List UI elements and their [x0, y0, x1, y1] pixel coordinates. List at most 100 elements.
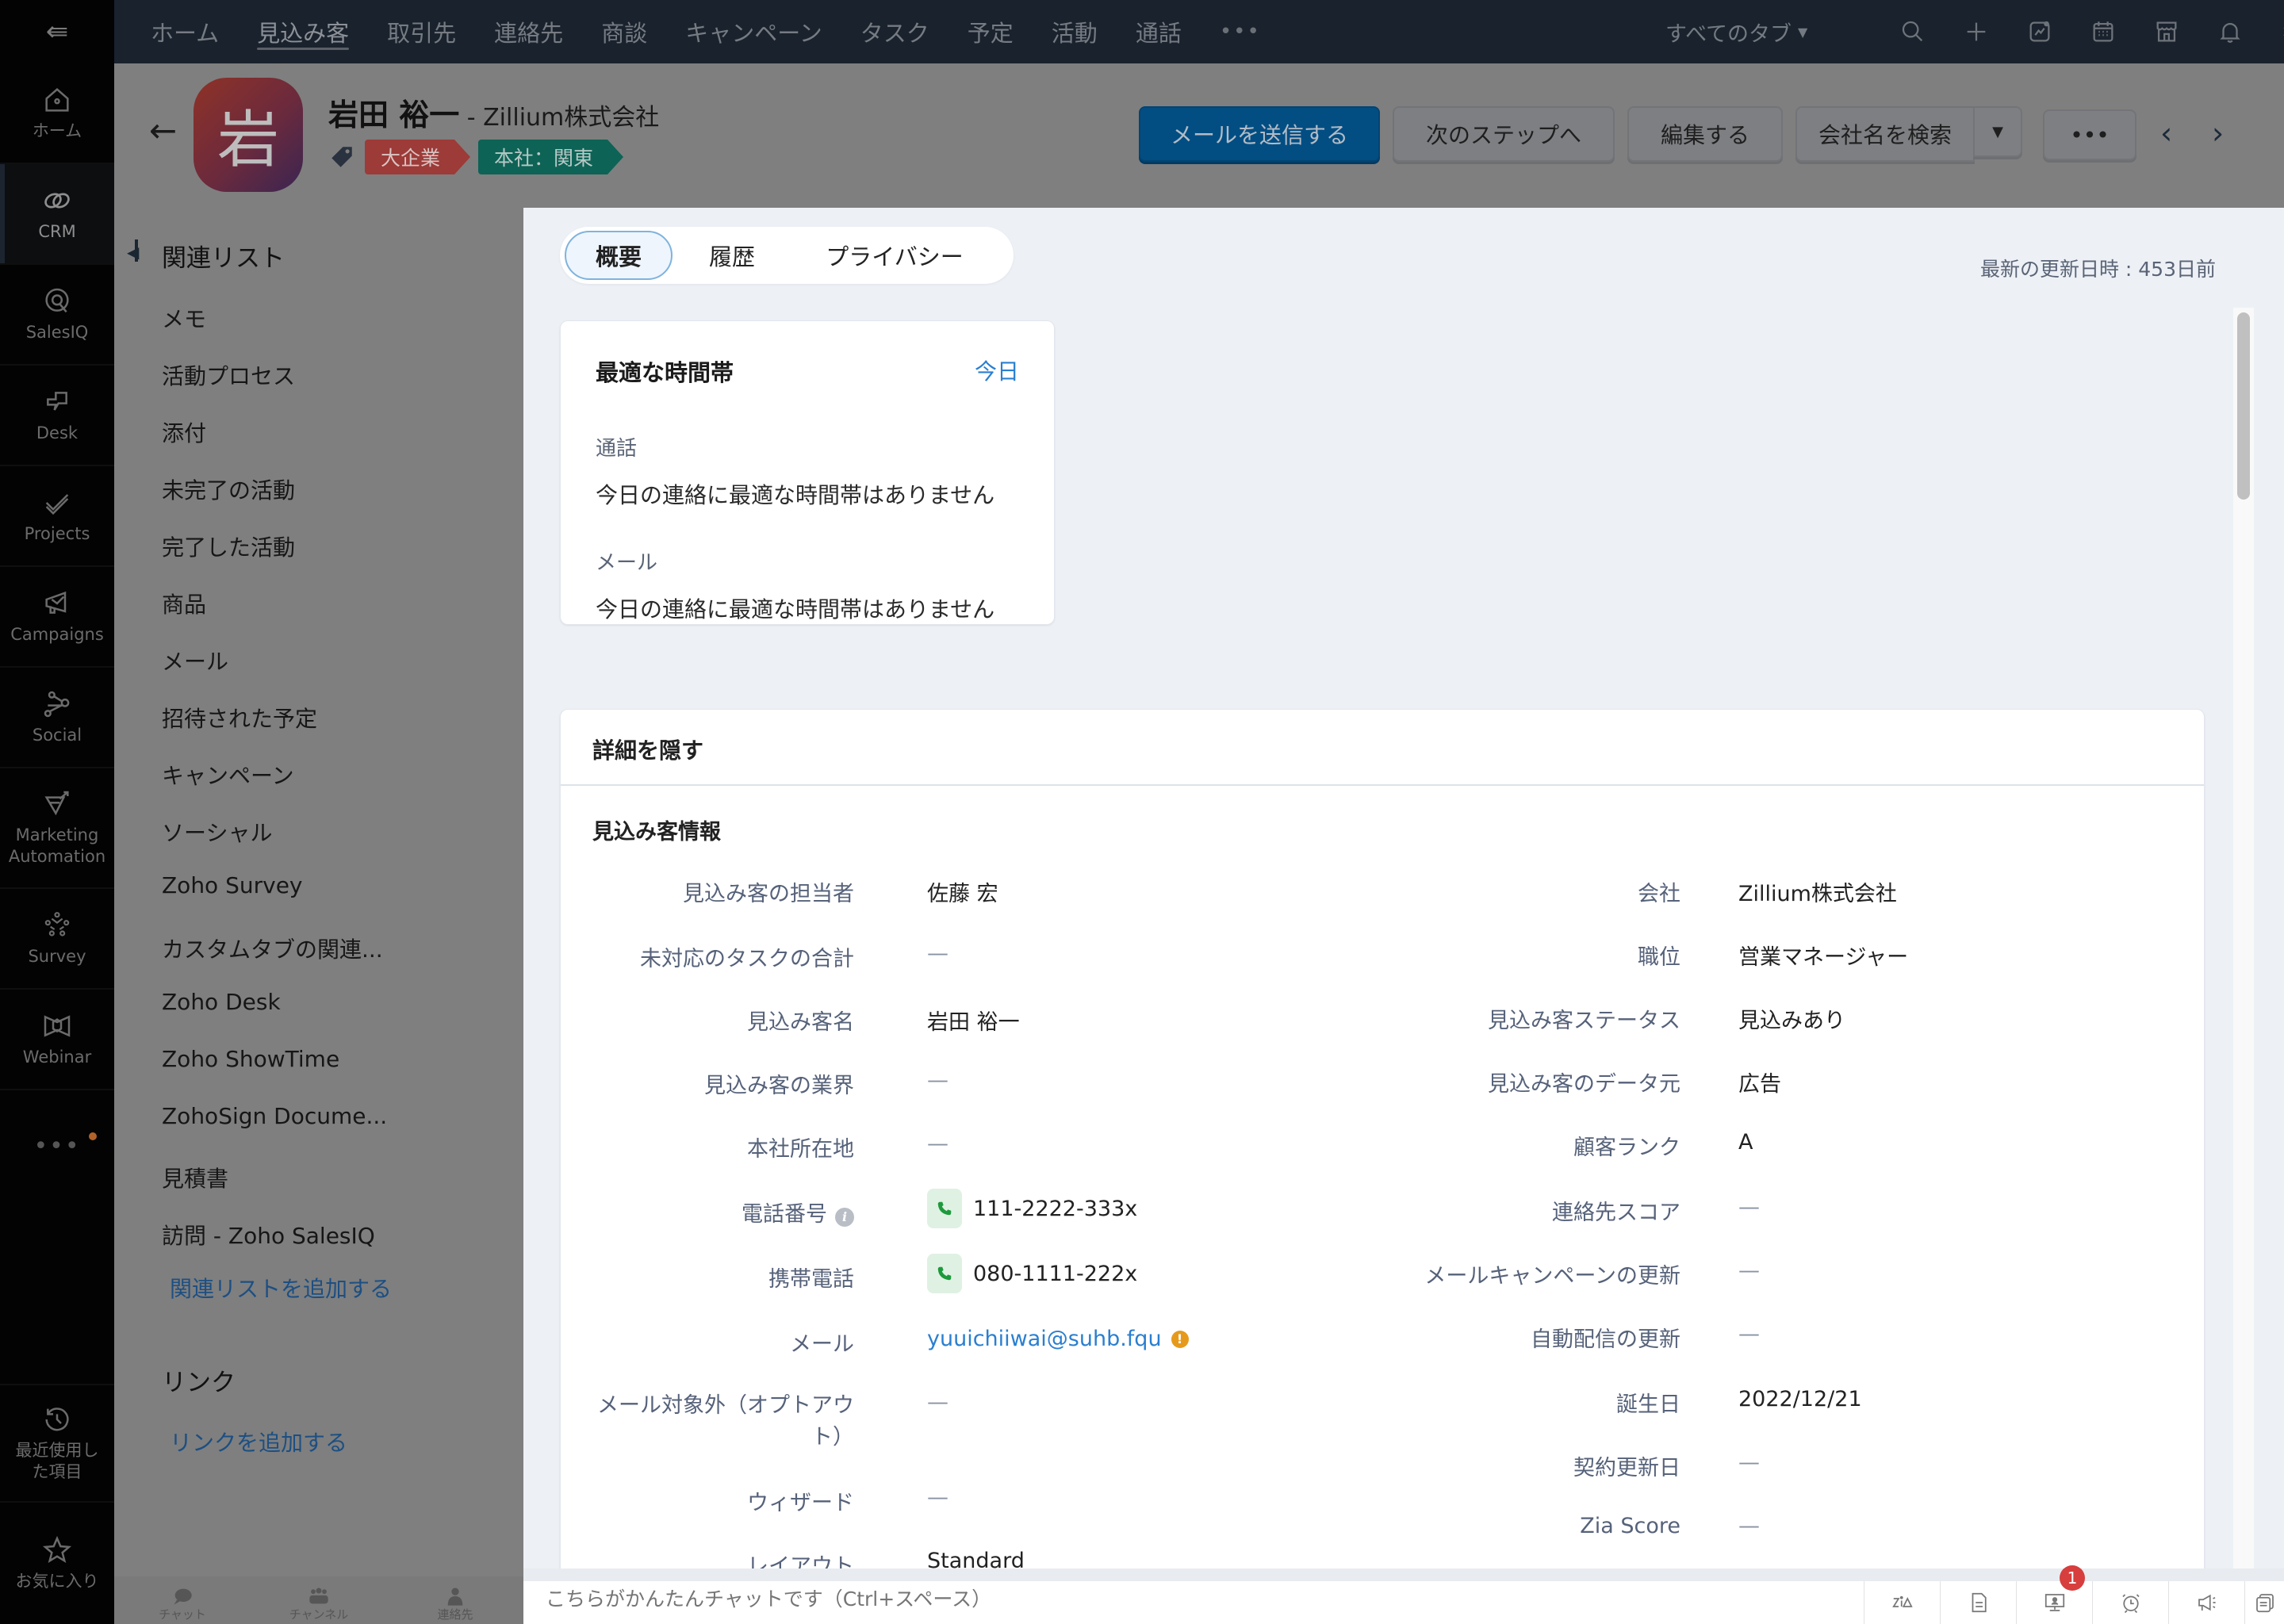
rail-item-desk[interactable]: Desk	[0, 366, 114, 466]
add-related-list-link[interactable]: 関連リストを追加する	[170, 1272, 392, 1304]
previous-record-icon[interactable]: ‹	[2160, 116, 2172, 151]
chat-shortcut[interactable]: チャット	[114, 1576, 251, 1624]
tag-icon[interactable]	[328, 144, 355, 170]
related-list-item[interactable]: キャンペーン	[162, 759, 294, 791]
tab-overview[interactable]: 概要	[565, 231, 673, 280]
plus-icon[interactable]	[1945, 0, 2008, 63]
today-filter-link[interactable]: 今日	[975, 354, 1019, 386]
rail-item-crm[interactable]: CRM	[0, 164, 114, 265]
add-link-link[interactable]: リンクを追加する	[170, 1426, 347, 1457]
related-list-item[interactable]: メモ	[162, 302, 206, 334]
field-value[interactable]: 080-1111-222x	[927, 1254, 1137, 1293]
tab-meetings[interactable]: 予定	[968, 0, 1014, 63]
rail-more-button[interactable]: •••	[0, 1110, 114, 1182]
field-value[interactable]: A	[1738, 1130, 1753, 1155]
related-list-item[interactable]: 未完了の活動	[162, 473, 295, 505]
calendar-icon[interactable]	[2071, 0, 2135, 63]
edit-button[interactable]: 編集する	[1627, 106, 1783, 162]
tab-tasks[interactable]: タスク	[860, 0, 929, 63]
hide-details-toggle[interactable]: 詳細を隠す	[592, 733, 703, 765]
rail-item-campaigns[interactable]: Campaigns	[0, 567, 114, 668]
send-mail-button[interactable]: メールを送信する	[1139, 106, 1380, 162]
tab-campaigns[interactable]: キャンペーン	[685, 0, 822, 63]
field-value[interactable]: 2022/12/21	[1738, 1387, 1862, 1411]
marketplace-icon[interactable]	[2135, 0, 2198, 63]
tab-deals[interactable]: 商談	[601, 0, 647, 63]
field-value[interactable]: —	[1738, 1322, 1760, 1346]
all-tabs-dropdown[interactable]: すべてのタブ ▼	[1665, 0, 1807, 63]
rail-item-favorites[interactable]: お気に入り	[0, 1503, 114, 1624]
related-list-item[interactable]: 招待された予定	[162, 702, 317, 733]
alarm-clock-icon[interactable]	[2092, 1581, 2168, 1624]
related-list-item[interactable]: 添付	[162, 416, 206, 448]
phone-call-icon[interactable]	[927, 1254, 962, 1293]
tag-badge[interactable]: 大企業	[365, 140, 471, 174]
rail-item-home[interactable]: ホーム	[0, 63, 114, 164]
rail-item-projects[interactable]: Projects	[0, 466, 114, 567]
related-list-item[interactable]: Zoho Desk	[162, 989, 281, 1015]
tab-leads[interactable]: 見込み客	[257, 0, 350, 63]
field-value[interactable]: 営業マネージャー	[1738, 940, 1908, 971]
contacts-shortcut[interactable]: 連絡先	[387, 1576, 523, 1624]
collapse-panel-icon[interactable]: ◀	[127, 239, 139, 262]
info-icon[interactable]: i	[835, 1207, 854, 1227]
tab-contacts[interactable]: 連絡先	[494, 0, 563, 63]
related-list-item[interactable]: Zoho ShowTime	[162, 1046, 339, 1072]
rail-item-social[interactable]: Social	[0, 668, 114, 768]
field-value[interactable]: —	[927, 1068, 948, 1093]
related-list-item[interactable]: ZohoSign Docume...	[162, 1103, 387, 1129]
tab-privacy[interactable]: プライバシー	[791, 231, 998, 280]
rail-item-webinar[interactable]: Webinar	[0, 990, 114, 1090]
field-value[interactable]: 岩田 裕一	[927, 1005, 1020, 1036]
scrollbar[interactable]	[2233, 308, 2254, 1568]
related-list-item[interactable]: 完了した活動	[162, 530, 295, 562]
search-company-button[interactable]: 会社名を検索	[1795, 106, 1975, 162]
rail-item-marketing-automation[interactable]: Marketing Automation	[0, 768, 114, 889]
announcement-icon[interactable]	[2168, 1581, 2244, 1624]
next-step-button[interactable]: 次のステップへ	[1393, 106, 1615, 162]
menu-toggle-icon[interactable]: ⇚	[0, 0, 114, 63]
more-actions-button[interactable]: •••	[2043, 109, 2136, 160]
related-list-item[interactable]: Zoho Survey	[162, 872, 303, 898]
stacked-notes-icon[interactable]	[2244, 1581, 2284, 1624]
related-list-item[interactable]: 見積書	[162, 1162, 228, 1193]
meeting-screen-icon[interactable]: 1	[2016, 1565, 2092, 1624]
related-list-item[interactable]: ソーシャル	[162, 816, 272, 848]
related-list-item[interactable]: メール	[162, 645, 228, 676]
tab-activities[interactable]: 活動	[1052, 0, 1098, 63]
tab-home[interactable]: ホーム	[151, 0, 219, 63]
back-arrow-icon[interactable]: ←	[149, 111, 177, 150]
tab-timeline[interactable]: 履歴	[673, 231, 791, 280]
field-value[interactable]: —	[927, 1132, 948, 1156]
related-list-item[interactable]: 訪問 - Zoho SalesIQ	[162, 1219, 375, 1251]
zia-icon[interactable]	[1864, 1581, 1940, 1624]
field-value[interactable]: 111-2222-333x	[927, 1189, 1137, 1228]
related-list-item[interactable]: 活動プロセス	[162, 359, 295, 391]
field-value[interactable]: —	[1738, 1450, 1760, 1475]
field-value[interactable]: 広告	[1738, 1067, 1781, 1097]
related-list-item[interactable]: 商品	[162, 588, 206, 619]
notes-icon[interactable]	[1940, 1581, 2016, 1624]
field-value[interactable]: 佐藤 宏	[927, 876, 998, 907]
related-list-item[interactable]: カスタムタブの関連...	[162, 933, 383, 964]
scrollbar-thumb[interactable]	[2237, 312, 2250, 500]
analytics-icon[interactable]	[2008, 0, 2071, 63]
field-value[interactable]: —	[1738, 1195, 1760, 1220]
warning-icon[interactable]: !	[1171, 1330, 1189, 1348]
field-value[interactable]: —	[1738, 1514, 1760, 1538]
field-value[interactable]: yuuichiiwai@suhb.fqu!	[927, 1327, 1189, 1351]
next-record-icon[interactable]: ›	[2212, 116, 2224, 151]
bell-icon[interactable]	[2198, 0, 2262, 63]
phone-call-icon[interactable]	[927, 1189, 962, 1228]
tag-badge[interactable]: 本社：関東	[478, 140, 624, 174]
field-value[interactable]: —	[927, 941, 948, 966]
search-icon[interactable]	[1881, 0, 1945, 63]
more-tabs-button[interactable]: •••	[1220, 20, 1261, 44]
tab-calls[interactable]: 通話	[1136, 0, 1182, 63]
rail-item-recent[interactable]: 最近使用した項目	[0, 1384, 114, 1503]
quick-chat-input[interactable]	[546, 1588, 1815, 1611]
field-value[interactable]: —	[1738, 1258, 1760, 1283]
rail-item-survey[interactable]: Survey	[0, 889, 114, 990]
channel-shortcut[interactable]: チャンネル	[251, 1576, 387, 1624]
rail-item-salesiq[interactable]: SalesIQ	[0, 265, 114, 366]
